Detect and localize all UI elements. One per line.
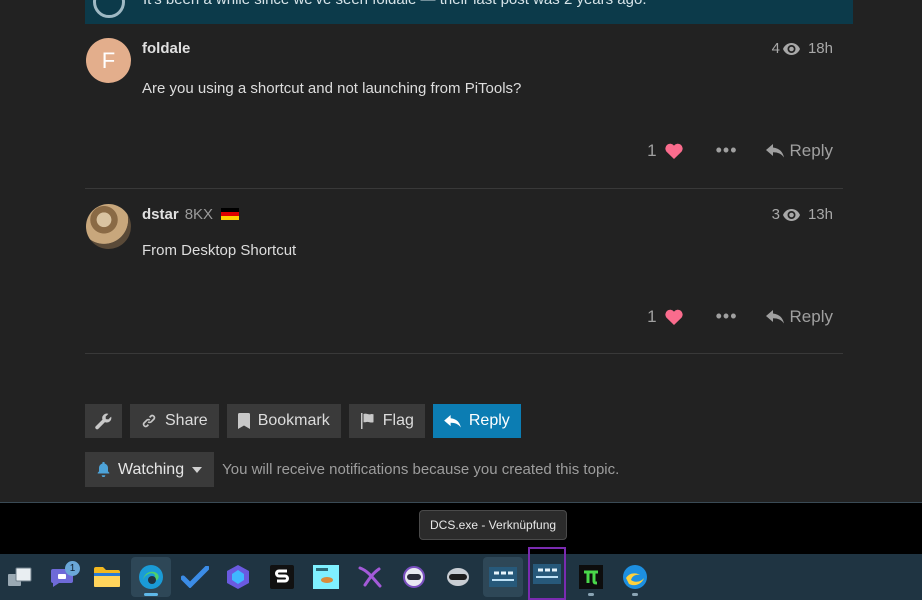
share-button[interactable]: Share	[130, 404, 219, 438]
folder-icon	[94, 567, 120, 587]
bookmark-label: Bookmark	[257, 412, 330, 429]
avatar-letter: F	[101, 47, 116, 73]
like-count[interactable]: 1	[647, 307, 656, 327]
file-explorer-button[interactable]	[87, 557, 127, 597]
reply-button[interactable]: Reply	[432, 404, 521, 438]
blue-app-button[interactable]	[615, 557, 655, 597]
inactive-user-notice: It's been a while since we've seen folda…	[85, 0, 853, 24]
edge-icon	[139, 565, 163, 589]
copilot-icon	[227, 565, 249, 589]
username[interactable]: foldale	[142, 40, 190, 57]
post-divider	[85, 353, 843, 354]
username[interactable]: dstar 8KX	[142, 206, 240, 223]
teams-chat-button[interactable]: 1	[43, 557, 83, 597]
post-body: From Desktop Shortcut	[142, 242, 297, 259]
dcs-icon	[489, 567, 517, 587]
notification-level-dropdown[interactable]: Watching	[85, 452, 215, 487]
topic-notifications: Watching You will receive notifications …	[85, 452, 619, 487]
fish-app-icon	[313, 565, 339, 589]
post-date[interactable]: 18h	[808, 40, 833, 57]
edge-button[interactable]	[131, 557, 171, 597]
reply-icon	[765, 143, 784, 157]
x-app-button[interactable]	[350, 557, 390, 597]
bell-icon	[97, 462, 110, 477]
topic-footer-buttons: Share Bookmark Flag Reply	[85, 404, 521, 438]
post-reply-button[interactable]: Reply	[765, 140, 833, 161]
active-indicator	[144, 593, 158, 596]
heart-icon[interactable]	[664, 309, 683, 325]
post-divider	[85, 188, 843, 189]
username-text: dstar	[142, 206, 179, 223]
admin-wrench-button[interactable]	[85, 404, 122, 438]
vr-headset-icon	[403, 566, 425, 588]
notice-text: It's been a while since we've seen folda…	[143, 0, 647, 8]
dcs-icon	[533, 563, 561, 584]
s-app-button[interactable]	[262, 557, 302, 597]
view-count-value: 4	[771, 40, 780, 57]
task-view-button[interactable]	[0, 557, 40, 597]
running-indicator	[588, 593, 594, 596]
notification-level-label: Watching	[118, 460, 185, 478]
share-label: Share	[165, 412, 208, 429]
s-app-icon	[270, 565, 294, 589]
more-actions-button[interactable]: •••	[716, 306, 738, 327]
eye-icon	[782, 208, 800, 221]
pi-app-button[interactable]	[571, 557, 611, 597]
post-foldale: F foldale 4 18h Are you using a shortcut…	[85, 38, 843, 189]
pi-icon	[579, 565, 603, 589]
post-reply-label: Reply	[789, 140, 833, 160]
reply-label: Reply	[468, 412, 510, 429]
todo-button[interactable]	[175, 557, 215, 597]
x-app-icon	[358, 566, 382, 588]
taskbar: 1	[0, 547, 922, 600]
page: It's been a while since we've seen folda…	[0, 0, 922, 600]
reply-icon	[765, 309, 784, 323]
fish-app-button[interactable]	[306, 557, 346, 597]
taskbar-tooltip: DCS.exe - Verknüpfung	[419, 510, 568, 540]
germany-flag-icon	[221, 208, 240, 220]
post-reply-label: Reply	[789, 306, 833, 326]
notification-description: You will receive notifications because y…	[222, 461, 620, 478]
task-view-icon	[8, 567, 32, 586]
post-reply-button[interactable]: Reply	[765, 306, 833, 327]
notification-badge: 1	[65, 561, 80, 576]
more-actions-button[interactable]: •••	[716, 140, 738, 161]
avatar[interactable]	[86, 204, 131, 249]
view-count: 3	[772, 206, 800, 223]
flag-label: Flag	[382, 412, 414, 429]
post-meta: 4 18h	[772, 40, 833, 57]
eye-icon	[782, 42, 800, 55]
view-count-value: 3	[771, 206, 780, 223]
bookmark-icon	[237, 413, 250, 429]
user-title: 8KX	[184, 206, 214, 223]
flag-button[interactable]: Flag	[348, 404, 425, 438]
headset-app-button[interactable]	[438, 557, 478, 597]
view-count: 4	[772, 40, 800, 57]
avatar[interactable]: F	[86, 38, 131, 83]
clock-icon	[93, 0, 125, 18]
copilot-button[interactable]	[218, 557, 258, 597]
heart-icon[interactable]	[664, 143, 683, 159]
headset-icon	[447, 568, 469, 586]
like-count[interactable]: 1	[647, 141, 656, 161]
link-icon	[142, 414, 156, 428]
dcs-button[interactable]	[483, 557, 523, 597]
post-body: Are you using a shortcut and not launchi…	[142, 80, 522, 97]
post-date[interactable]: 13h	[808, 206, 833, 223]
vr-app-button[interactable]	[394, 557, 434, 597]
post-actions: 1 ••• Reply	[647, 306, 833, 327]
post-dstar: dstar 8KX 3 13h From Desktop Shortcut 1 •…	[85, 204, 843, 354]
running-indicator	[632, 593, 638, 596]
checkmark-icon	[181, 566, 209, 588]
post-meta: 3 13h	[772, 206, 833, 223]
wrench-icon	[95, 413, 112, 429]
caret-down-icon	[192, 466, 203, 473]
reply-icon	[444, 414, 461, 428]
dcs-shortcut-button[interactable]	[528, 547, 566, 600]
post-actions: 1 ••• Reply	[647, 140, 833, 161]
bookmark-button[interactable]: Bookmark	[226, 404, 341, 438]
flag-icon	[360, 413, 374, 429]
swirl-app-icon	[623, 565, 647, 589]
